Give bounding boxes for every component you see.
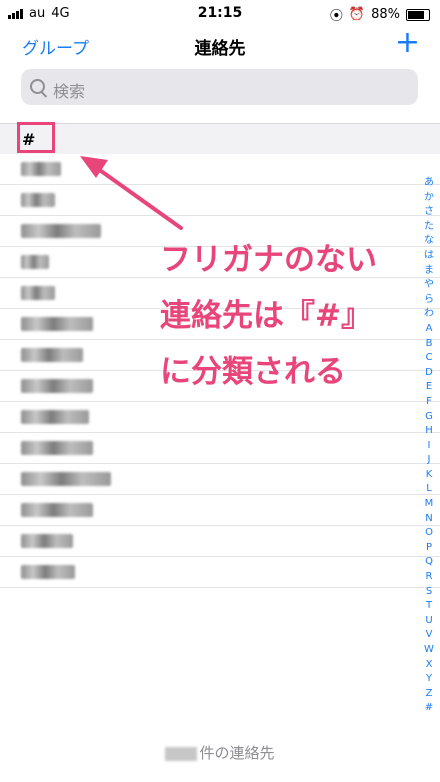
add-contact-button[interactable]: + (395, 28, 420, 58)
alarm-icon: ⏰ (348, 7, 366, 22)
contact-name-redacted (21, 503, 93, 517)
index-letter[interactable]: L (426, 482, 432, 497)
contact-name-redacted (21, 317, 93, 331)
contact-name-redacted (21, 565, 75, 579)
status-right: ⦿ ⏰ 88% (330, 5, 430, 24)
index-letter[interactable]: さ (424, 205, 434, 220)
index-letter[interactable]: か (424, 191, 434, 206)
page-title: 連絡先 (194, 39, 246, 59)
index-letter[interactable]: G (425, 410, 433, 425)
annotation-line-3: に分類される (160, 354, 346, 390)
index-letter[interactable]: Z (426, 687, 433, 702)
annotation-line-2: 連絡先は『#』 (160, 298, 372, 334)
index-letter[interactable]: U (425, 614, 432, 629)
contact-name-redacted (21, 255, 49, 269)
contact-name-redacted (21, 441, 93, 455)
contact-name-redacted (21, 162, 61, 176)
contact-row[interactable] (0, 185, 440, 216)
contact-name-redacted (21, 410, 89, 424)
contact-name-redacted (21, 286, 55, 300)
contact-row[interactable] (0, 433, 440, 464)
contact-count-label: 件の連絡先 (199, 744, 275, 762)
battery-percent: 88% (371, 7, 400, 22)
index-letter[interactable]: S (426, 585, 432, 600)
contact-name-redacted (21, 193, 55, 207)
contact-row[interactable] (0, 154, 440, 185)
contact-name-redacted (21, 472, 111, 486)
search-placeholder: 検索 (53, 82, 86, 101)
contact-name-redacted (21, 224, 101, 238)
index-letter[interactable]: I (428, 439, 431, 454)
contact-row[interactable] (0, 464, 440, 495)
index-letter[interactable]: Q (425, 555, 433, 570)
index-letter[interactable]: K (426, 468, 433, 483)
contact-row[interactable] (0, 495, 440, 526)
contact-row[interactable] (0, 526, 440, 557)
index-letter[interactable]: M (425, 497, 434, 512)
battery-icon (406, 8, 430, 21)
index-letter[interactable]: R (426, 570, 433, 585)
status-bar: au 4G 21:15 ⦿ ⏰ 88% (0, 0, 440, 26)
annotation-text: フリガナのない 連絡先は『#』 に分類される (160, 232, 430, 400)
annotation-line-1: フリガナのない (160, 242, 377, 278)
index-letter[interactable]: H (425, 424, 433, 439)
contact-name-redacted (21, 379, 93, 393)
highlight-box (17, 122, 55, 153)
index-letter[interactable]: T (426, 599, 432, 614)
contact-count: 件の連絡先 (0, 742, 440, 782)
contact-name-redacted (21, 534, 73, 548)
index-letter[interactable]: O (425, 526, 433, 541)
index-letter[interactable]: P (426, 541, 432, 556)
index-letter[interactable]: V (426, 628, 433, 643)
index-letter[interactable]: W (424, 643, 434, 658)
index-letter[interactable]: # (425, 701, 433, 716)
count-redacted (165, 746, 198, 761)
section-header: # (0, 124, 440, 154)
index-letter[interactable]: X (426, 658, 433, 673)
search-input[interactable]: 検索 (21, 69, 418, 105)
contact-name-redacted (21, 348, 83, 362)
contact-row[interactable] (0, 402, 440, 433)
index-letter[interactable]: N (425, 512, 432, 527)
index-letter[interactable]: あ (424, 176, 434, 191)
search-icon (30, 79, 45, 94)
battery-fill (408, 10, 424, 19)
contact-row[interactable] (0, 557, 440, 588)
rotation-lock-icon: ⦿ (329, 9, 343, 24)
index-letter[interactable]: J (428, 453, 431, 468)
index-letter[interactable]: Y (426, 672, 432, 687)
nav-bar: グループ 連絡先 + (0, 28, 440, 64)
